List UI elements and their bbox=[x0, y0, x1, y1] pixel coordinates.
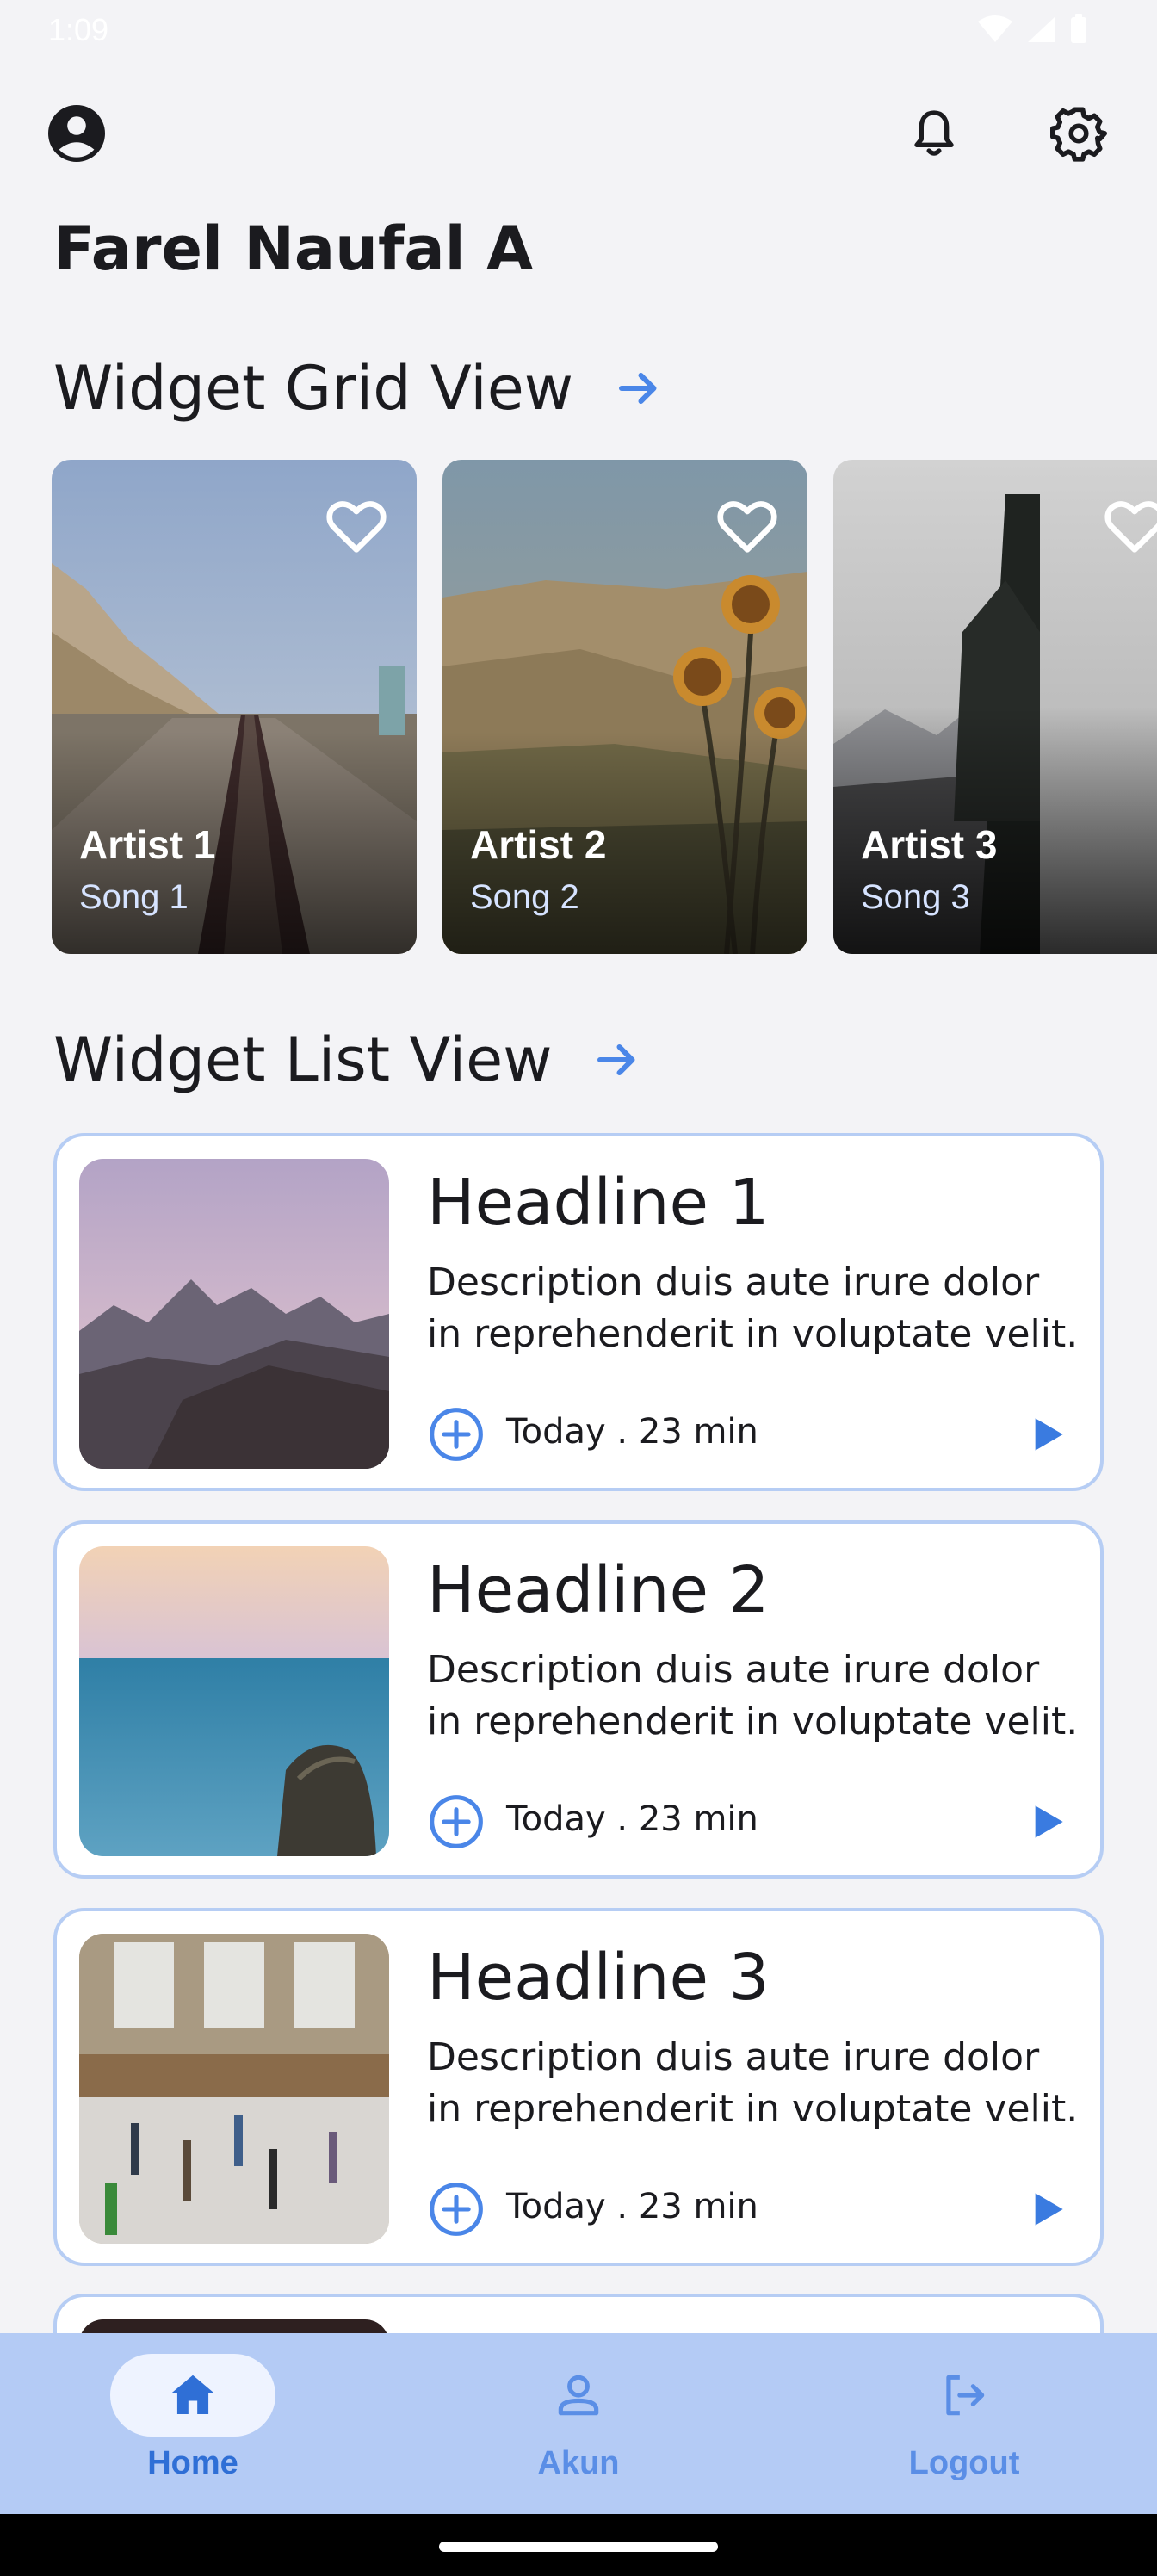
user-name: Farel Naufal A bbox=[53, 214, 534, 284]
add-circle-icon[interactable] bbox=[427, 1793, 486, 1851]
nav-item-akun[interactable]: Akun bbox=[386, 2333, 771, 2514]
grid-card-artist: Artist 1 bbox=[79, 822, 216, 867]
list-thumbnail bbox=[79, 1159, 389, 1469]
station-hall-photo bbox=[79, 1934, 389, 2244]
add-circle-icon[interactable] bbox=[427, 1405, 486, 1464]
favorite-heart-icon[interactable] bbox=[322, 491, 391, 560]
list-headline: Headline 2 bbox=[427, 1553, 770, 1627]
grid-section-header: Widget Grid View bbox=[53, 353, 665, 424]
sea-rock-photo bbox=[79, 1546, 389, 1856]
list-headline: Headline 1 bbox=[427, 1166, 770, 1240]
list-meta: Today . 23 min bbox=[506, 1412, 758, 1452]
system-gesture-bar bbox=[0, 2514, 1157, 2576]
gesture-handle[interactable] bbox=[439, 2542, 718, 2552]
nav-label-akun: Akun bbox=[537, 2445, 620, 2481]
list-description: Description duis aute irure dolor in rep… bbox=[427, 2035, 1079, 2131]
list-headline: Headline 3 bbox=[427, 1941, 770, 2015]
settings-button[interactable] bbox=[1040, 95, 1117, 172]
list-meta: Today . 23 min bbox=[506, 1799, 758, 1839]
add-circle-icon[interactable] bbox=[427, 2180, 486, 2239]
grid-card[interactable]: Artist 1 Song 1 bbox=[52, 460, 417, 954]
notifications-button[interactable] bbox=[895, 95, 973, 172]
nav-pill-logout bbox=[882, 2354, 1047, 2437]
nav-item-home[interactable]: Home bbox=[0, 2333, 386, 2514]
list-card[interactable]: Headline 1 Description duis aute irure d… bbox=[53, 1133, 1104, 1491]
grid-card-artist: Artist 3 bbox=[861, 822, 998, 867]
list-thumbnail bbox=[79, 1934, 389, 2244]
top-app-bar bbox=[0, 86, 1157, 181]
logout-icon bbox=[946, 2375, 985, 2416]
grid-card[interactable]: Artist 3 Song 3 bbox=[833, 460, 1157, 954]
status-icons bbox=[976, 14, 1088, 45]
grid-card-song: Song 3 bbox=[861, 878, 970, 916]
favorite-heart-icon[interactable] bbox=[713, 491, 782, 560]
favorite-heart-icon[interactable] bbox=[1100, 491, 1157, 560]
home-icon bbox=[171, 2375, 214, 2414]
mountain-photo bbox=[79, 1159, 389, 1469]
grid-card-song: Song 2 bbox=[470, 878, 579, 916]
nav-pill-home bbox=[110, 2354, 275, 2437]
person-icon bbox=[558, 2375, 599, 2416]
list-section-header: Widget List View bbox=[53, 1025, 643, 1095]
grid-card-artist: Artist 2 bbox=[470, 822, 607, 867]
grid-card-song: Song 1 bbox=[79, 878, 189, 916]
wifi-icon bbox=[978, 15, 1012, 42]
status-time: 1:09 bbox=[48, 12, 109, 47]
list-meta: Today . 23 min bbox=[506, 2187, 758, 2226]
play-icon[interactable] bbox=[1019, 1407, 1074, 1462]
list-see-all-arrow-icon[interactable] bbox=[591, 1034, 643, 1086]
nav-pill-akun bbox=[496, 2354, 661, 2437]
bottom-navigation-bar: Home Akun Logout bbox=[0, 2333, 1157, 2514]
profile-button[interactable] bbox=[38, 95, 115, 172]
nav-label-home: Home bbox=[147, 2445, 238, 2481]
list-description: Description duis aute irure dolor in rep… bbox=[427, 1260, 1079, 1356]
grid-see-all-arrow-icon[interactable] bbox=[613, 362, 665, 414]
status-bar: 1:09 bbox=[0, 0, 1157, 62]
bell-icon bbox=[914, 110, 954, 156]
grid-card-row: Artist 1 Song 1 Artist 2 Song 2 Artist 3… bbox=[52, 460, 1157, 954]
list-thumbnail bbox=[79, 1546, 389, 1856]
signal-icon bbox=[1028, 16, 1055, 42]
list-card[interactable]: Headline 2 Description duis aute irure d… bbox=[53, 1520, 1104, 1879]
battery-icon bbox=[1071, 14, 1086, 43]
grid-section-title: Widget Grid View bbox=[53, 353, 574, 424]
list-description: Description duis aute irure dolor in rep… bbox=[427, 1648, 1079, 1743]
gear-icon bbox=[1050, 107, 1107, 162]
account-circle-icon bbox=[48, 105, 105, 162]
grid-card[interactable]: Artist 2 Song 2 bbox=[442, 460, 807, 954]
play-icon[interactable] bbox=[1019, 2182, 1074, 2237]
nav-label-logout: Logout bbox=[908, 2445, 1020, 2481]
play-icon[interactable] bbox=[1019, 1794, 1074, 1849]
list-card[interactable]: Headline 3 Description duis aute irure d… bbox=[53, 1908, 1104, 2266]
list-section-title: Widget List View bbox=[53, 1025, 553, 1095]
nav-item-logout[interactable]: Logout bbox=[771, 2333, 1157, 2514]
